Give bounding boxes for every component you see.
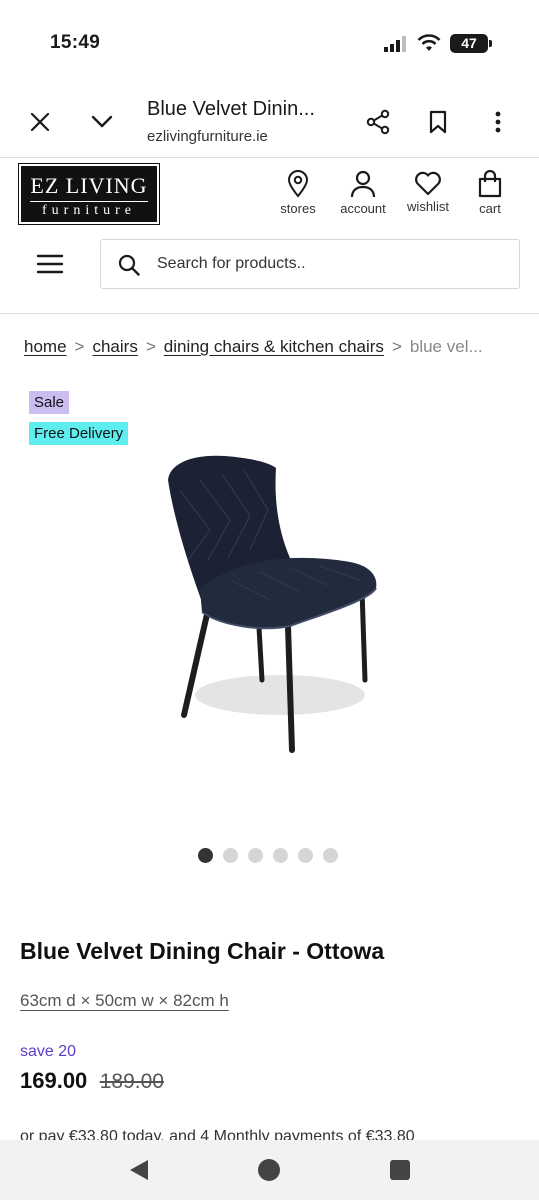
- recents-icon[interactable]: [390, 1160, 410, 1180]
- stores-link[interactable]: stores: [276, 170, 320, 216]
- status-time: 15:49: [50, 32, 101, 53]
- page-title: Blue Velvet Dinin...: [147, 98, 315, 120]
- stores-label: stores: [280, 201, 316, 216]
- wifi-icon: [417, 34, 441, 51]
- signal-icon: [384, 36, 406, 52]
- chair-shadow: [195, 675, 365, 715]
- breadcrumb-current: blue vel...: [409, 337, 483, 356]
- sale-badge: Sale: [29, 391, 70, 414]
- breadcrumb-chairs[interactable]: chairs: [92, 337, 137, 356]
- chair-leg-back-right: [359, 587, 368, 683]
- battery-indicator: 47: [450, 34, 488, 53]
- carousel-dot[interactable]: [273, 848, 288, 863]
- more-vertical-icon: [495, 111, 501, 133]
- close-icon: [30, 112, 50, 132]
- home-icon[interactable]: [258, 1159, 280, 1181]
- wishlist-label: wishlist: [407, 199, 449, 214]
- carousel-dot[interactable]: [223, 848, 238, 863]
- cart-label: cart: [479, 201, 501, 216]
- menu-button[interactable]: [36, 252, 64, 276]
- product-title: Blue Velvet Dining Chair - Ottowa: [20, 938, 385, 964]
- location-pin-icon: [287, 170, 309, 198]
- wishlist-link[interactable]: wishlist: [402, 170, 454, 214]
- installment-info: or pay €33.80 today, and 4 Monthly payme…: [20, 1128, 415, 1140]
- logo-rule: [30, 201, 148, 202]
- save-amount: save 20: [20, 1043, 77, 1060]
- status-bar: 15:49 47: [0, 0, 539, 84]
- search-input[interactable]: [157, 240, 507, 288]
- logo-text-bottom: furniture: [42, 203, 136, 218]
- account-link[interactable]: account: [334, 170, 392, 216]
- header-divider: [0, 313, 539, 314]
- breadcrumb-dining-chairs[interactable]: dining chairs & kitchen chairs: [164, 337, 384, 356]
- hamburger-menu-icon: [36, 254, 64, 274]
- price-row: 169.00 189.00: [20, 1068, 164, 1094]
- expand-button[interactable]: [88, 108, 116, 136]
- user-icon: [350, 170, 376, 198]
- carousel-dot[interactable]: [323, 848, 338, 863]
- breadcrumb-separator: >: [74, 337, 85, 356]
- search-icon[interactable]: [117, 253, 141, 277]
- bookmark-button[interactable]: [424, 108, 452, 136]
- breadcrumb-separator: >: [391, 337, 402, 356]
- system-nav-bar: [0, 1140, 539, 1200]
- more-options-button[interactable]: [486, 108, 510, 136]
- carousel-dots: [198, 848, 338, 864]
- heart-icon: [415, 171, 441, 196]
- product-dimensions[interactable]: 63cm d × 50cm w × 82cm h: [20, 991, 229, 1011]
- carousel-dot[interactable]: [198, 848, 213, 863]
- battery-tip: [489, 40, 492, 47]
- page-domain: ezlivingfurniture.ie: [147, 128, 268, 145]
- toolbar-divider: [0, 157, 539, 158]
- free-delivery-badge: Free Delivery: [29, 422, 129, 445]
- bookmark-icon: [429, 110, 447, 134]
- shopping-bag-icon: [478, 170, 502, 198]
- logo-text-top: EZ LIVING: [30, 173, 148, 198]
- account-label: account: [340, 201, 386, 216]
- chair-leg-front-right: [285, 623, 295, 753]
- carousel-dot[interactable]: [298, 848, 313, 863]
- breadcrumb: home > chairs > dining chairs & kitchen chai…: [24, 337, 524, 357]
- carousel-dot[interactable]: [248, 848, 263, 863]
- breadcrumb-home[interactable]: home: [24, 337, 67, 356]
- product-image[interactable]: [140, 440, 410, 770]
- search-bar[interactable]: [100, 239, 520, 289]
- cart-link[interactable]: cart: [470, 170, 510, 216]
- breadcrumb-separator: >: [145, 337, 156, 356]
- chevron-down-icon: [91, 115, 113, 128]
- share-icon: [366, 109, 390, 135]
- current-price: 169.00: [20, 1068, 88, 1093]
- share-button[interactable]: [364, 108, 392, 136]
- close-tab-button[interactable]: [26, 108, 54, 136]
- original-price: 189.00: [99, 1070, 164, 1093]
- site-logo[interactable]: EZ LIVING furniture: [18, 163, 160, 225]
- browser-toolbar: Blue Velvet Dinin... ezlivingfurniture.i…: [0, 84, 539, 158]
- back-icon[interactable]: [128, 1159, 150, 1181]
